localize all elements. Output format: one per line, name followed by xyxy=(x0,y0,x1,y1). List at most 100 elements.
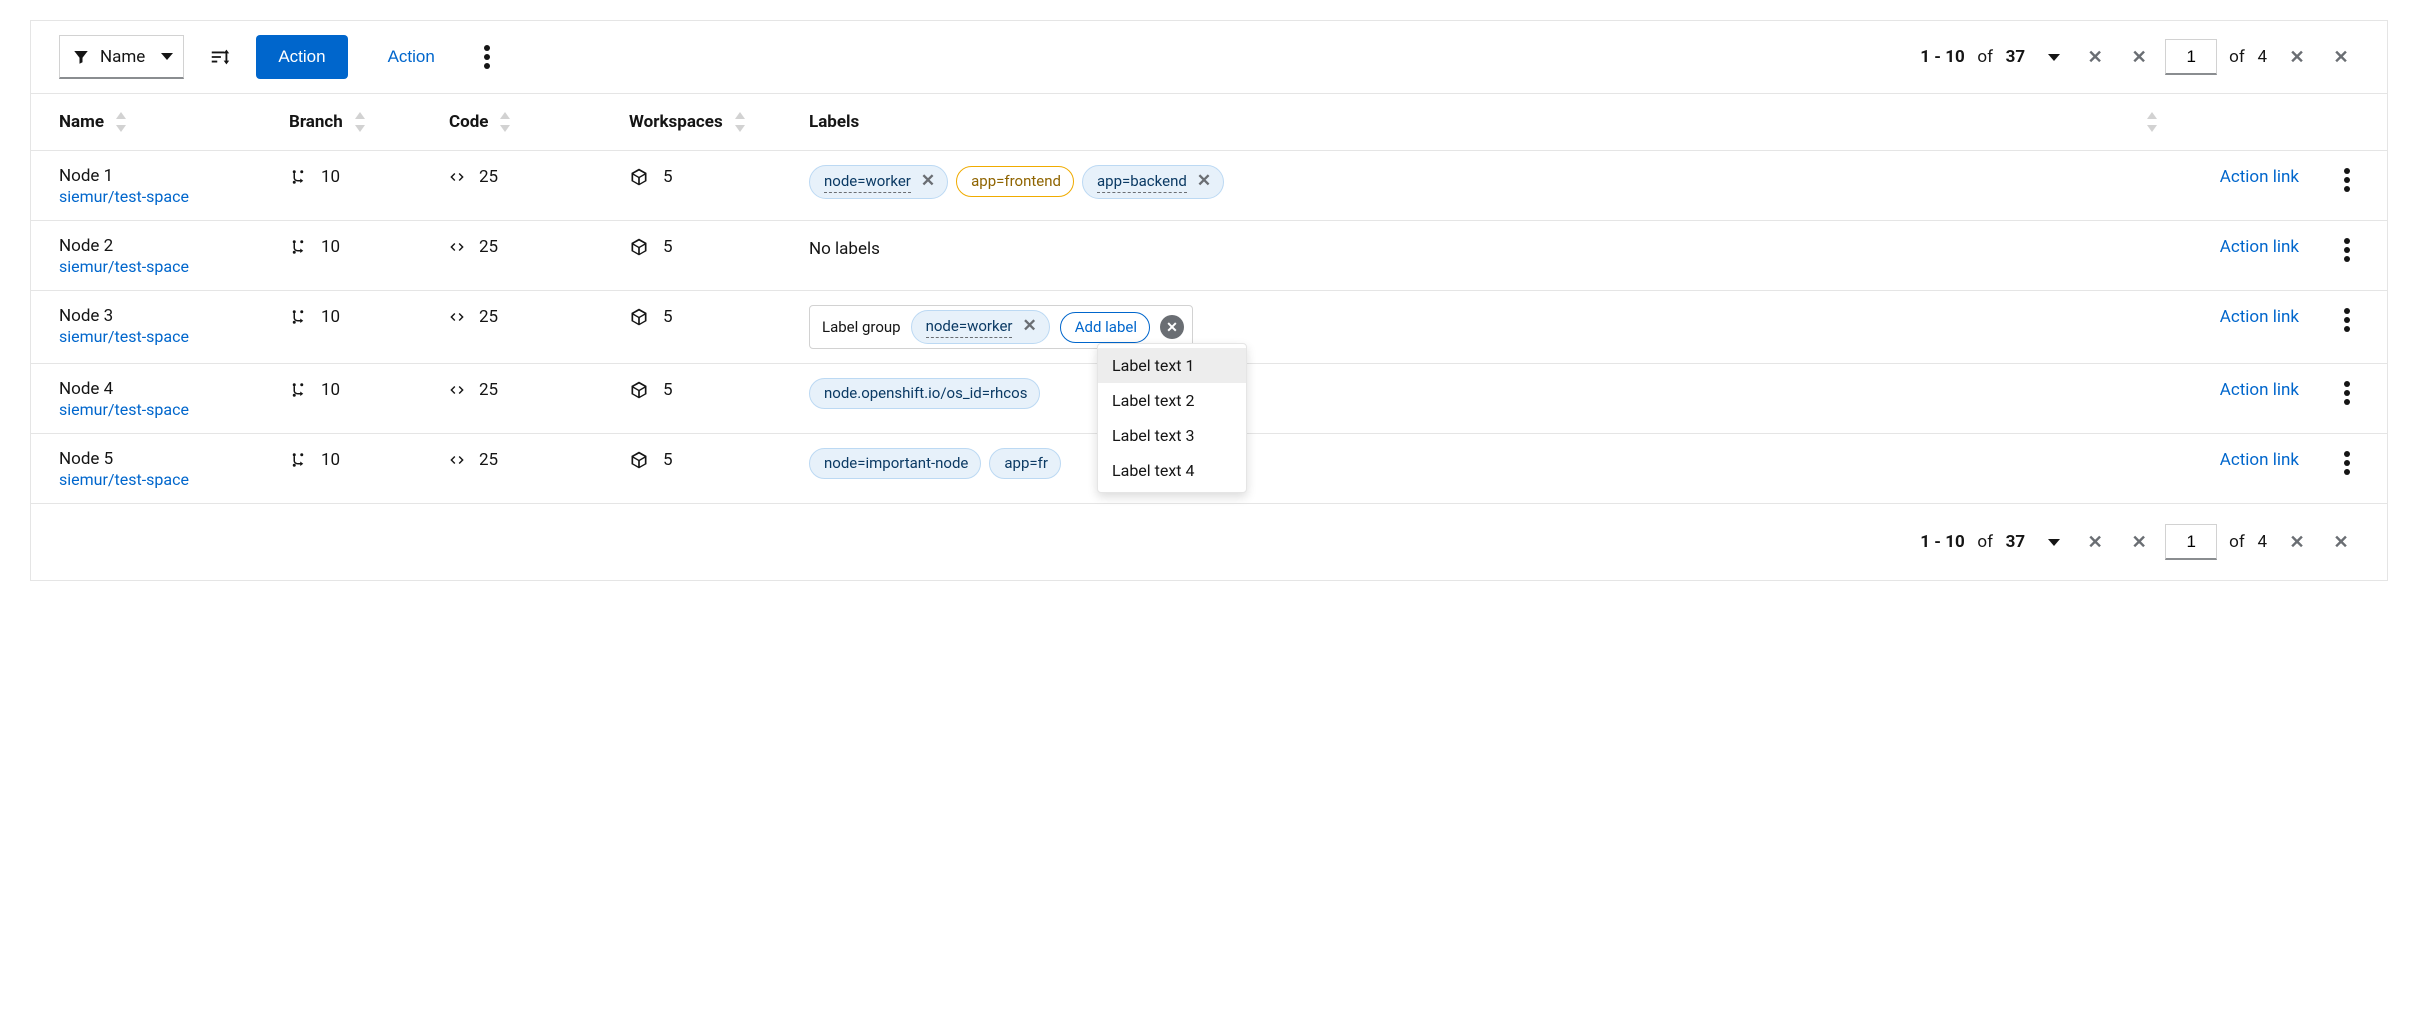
node-name: Node 5 xyxy=(59,448,289,470)
next-page-button[interactable]: ✕ xyxy=(2279,524,2315,560)
row-kebab-button[interactable] xyxy=(2335,305,2359,335)
branch-count: 10 xyxy=(321,450,340,470)
table-row: Node 1siemur/test-space 10 25 5 node=worker ✕… xyxy=(31,151,2387,221)
cell-workspaces: 5 xyxy=(629,448,809,470)
items-per-page-toggle[interactable] xyxy=(2033,39,2069,75)
filter-label: Name xyxy=(100,47,145,67)
pagination-top: 1 - 10 of 37 ✕ ✕ of 4 xyxy=(1920,39,2359,75)
node-link[interactable]: siemur/test-space xyxy=(59,327,289,346)
col-code[interactable]: Code xyxy=(449,112,629,132)
cell-name: Node 1siemur/test-space xyxy=(59,165,289,206)
sort-icon xyxy=(498,112,512,132)
node-link[interactable]: siemur/test-space xyxy=(59,400,289,419)
pagination-range: 1 - 10 of 37 xyxy=(1920,532,2025,552)
code-icon xyxy=(449,382,465,398)
row-action-link[interactable]: Action link xyxy=(2159,305,2299,327)
chip-remove-icon[interactable]: ✕ xyxy=(919,170,935,194)
dropdown-item[interactable]: Label text 4 xyxy=(1098,453,1246,488)
col-workspaces[interactable]: Workspaces xyxy=(629,112,809,132)
prev-page-button[interactable]: ✕ xyxy=(2121,39,2157,75)
label-chip: node.openshift.io/os_id=rhcos xyxy=(809,378,1040,409)
items-per-page-toggle[interactable] xyxy=(2033,524,2069,560)
label-group-close[interactable]: ✕ xyxy=(1160,315,1184,339)
code-icon xyxy=(449,169,465,185)
caret-down-icon xyxy=(2048,54,2060,61)
sort-icon xyxy=(2145,112,2159,132)
of-pages-label: of 4 xyxy=(2229,532,2267,552)
link-action-button[interactable]: Action xyxy=(366,35,457,79)
branch-icon xyxy=(289,308,307,326)
cell-kebab xyxy=(2299,448,2359,478)
dropdown-item[interactable]: Label text 1 xyxy=(1098,348,1246,383)
cell-name: Node 2siemur/test-space xyxy=(59,235,289,276)
label-chip: app=frontend xyxy=(956,166,1074,197)
cell-labels: node=worker ✕ app=frontend app=backend✕ xyxy=(809,165,2159,199)
row-kebab-button[interactable] xyxy=(2335,165,2359,195)
pagination-range: 1 - 10 of 37 xyxy=(1920,47,2025,67)
cell-kebab xyxy=(2299,378,2359,408)
next-page-button[interactable]: ✕ xyxy=(2279,39,2315,75)
chip-remove-icon[interactable]: ✕ xyxy=(1020,315,1036,339)
filter-select[interactable]: Name xyxy=(59,35,184,79)
node-link[interactable]: siemur/test-space xyxy=(59,470,289,489)
page-input[interactable] xyxy=(2165,524,2217,560)
row-kebab-button[interactable] xyxy=(2335,448,2359,478)
table-footer: 1 - 10 of 37 ✕ ✕ of 4 xyxy=(31,504,2387,580)
branch-count: 10 xyxy=(321,237,340,257)
cell-code: 25 xyxy=(449,165,629,187)
node-link[interactable]: siemur/test-space xyxy=(59,257,289,276)
workspaces-count: 5 xyxy=(663,167,673,187)
toolbar-kebab[interactable] xyxy=(475,42,499,72)
cell-workspaces: 5 xyxy=(629,305,809,327)
label-chip: app=backend✕ xyxy=(1082,165,1224,199)
cell-branch: 10 xyxy=(289,305,449,327)
caret-down-icon xyxy=(2048,539,2060,546)
row-action-link[interactable]: Action link xyxy=(2159,448,2299,470)
workspaces-count: 5 xyxy=(663,450,673,470)
branch-icon xyxy=(289,451,307,469)
table-body: Node 1siemur/test-space 10 25 5 node=worker ✕… xyxy=(31,151,2387,504)
label-chip: app=fr xyxy=(989,448,1061,479)
page-input[interactable] xyxy=(2165,39,2217,75)
row-kebab-button[interactable] xyxy=(2335,378,2359,408)
add-label-button[interactable]: Add label xyxy=(1060,312,1150,343)
row-action-link[interactable]: Action link xyxy=(2159,378,2299,400)
code-count: 25 xyxy=(479,237,498,257)
row-kebab-button[interactable] xyxy=(2335,235,2359,265)
cell-branch: 10 xyxy=(289,378,449,400)
branch-count: 10 xyxy=(321,307,340,327)
node-link[interactable]: siemur/test-space xyxy=(59,187,289,206)
cell-branch: 10 xyxy=(289,165,449,187)
label-chip-text: app=fr xyxy=(1004,453,1048,474)
sort-icon xyxy=(353,112,367,132)
workspaces-count: 5 xyxy=(663,380,673,400)
primary-action-button[interactable]: Action xyxy=(256,35,347,79)
first-page-button[interactable]: ✕ xyxy=(2077,524,2113,560)
cube-icon xyxy=(629,237,649,257)
row-action-link[interactable]: Action link xyxy=(2159,165,2299,187)
label-chip-text: node=worker xyxy=(824,171,911,193)
chip-remove-icon[interactable]: ✕ xyxy=(1195,170,1211,194)
branch-count: 10 xyxy=(321,167,340,187)
workspaces-count: 5 xyxy=(663,237,673,257)
last-page-button[interactable]: ✕ xyxy=(2323,39,2359,75)
prev-page-button[interactable]: ✕ xyxy=(2121,524,2157,560)
last-page-button[interactable]: ✕ xyxy=(2323,524,2359,560)
node-name: Node 3 xyxy=(59,305,289,327)
dropdown-item[interactable]: Label text 3 xyxy=(1098,418,1246,453)
table-header: Name Branch Code Workspaces Labels xyxy=(31,94,2387,151)
label-chip-text: node.openshift.io/os_id=rhcos xyxy=(824,383,1027,404)
label-group-title: Label group xyxy=(822,318,901,336)
col-labels[interactable]: Labels xyxy=(809,112,2159,132)
dropdown-item[interactable]: Label text 2 xyxy=(1098,383,1246,418)
col-name[interactable]: Name xyxy=(59,112,289,132)
cell-kebab xyxy=(2299,235,2359,265)
row-action-link[interactable]: Action link xyxy=(2159,235,2299,257)
cell-name: Node 3siemur/test-space xyxy=(59,305,289,346)
first-page-button[interactable]: ✕ xyxy=(2077,39,2113,75)
col-branch[interactable]: Branch xyxy=(289,112,449,132)
toolbar: Name Action Action 1 - 10 of 37 xyxy=(31,21,2387,94)
label-chip-text: node=important-node xyxy=(824,453,968,474)
cell-labels: node.openshift.io/os_id=rhcos xyxy=(809,378,2159,409)
sort-icon-button[interactable] xyxy=(202,39,238,75)
